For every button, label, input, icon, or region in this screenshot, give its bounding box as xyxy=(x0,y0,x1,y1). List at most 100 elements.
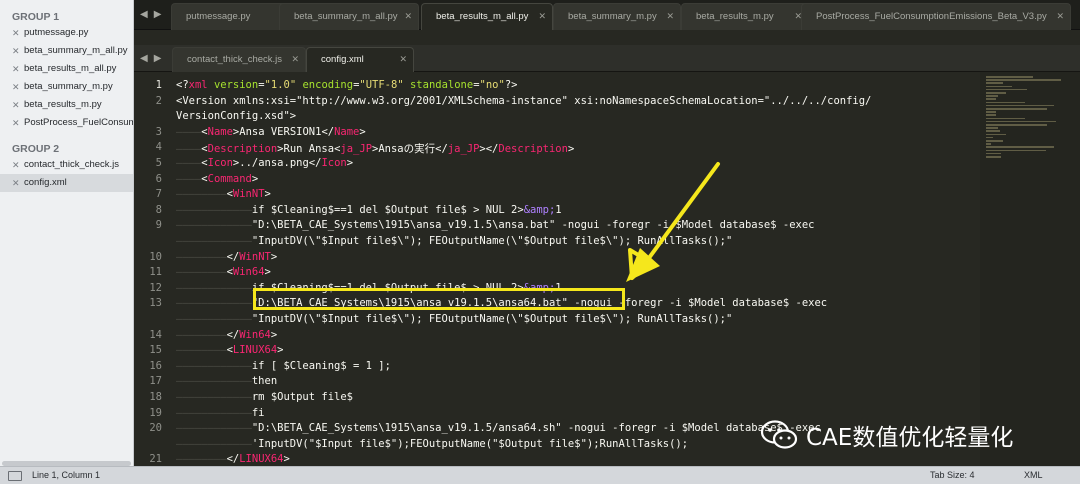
tab-beta-results-m-all[interactable]: beta_results_m_all.py ✕ xyxy=(421,3,553,30)
line-number: 19 xyxy=(149,406,162,419)
tab-label: beta_summary_m.py xyxy=(568,11,657,22)
line-number: 2 xyxy=(155,94,162,107)
file-label: beta_results_m.py xyxy=(24,99,102,110)
indent-guide: ———————————— xyxy=(176,313,252,325)
indent-guide: ———————————— xyxy=(176,219,252,232)
sidebar-file-beta-results-m[interactable]: ✕ beta_results_m.py xyxy=(0,96,133,114)
code-line: ————————</LINUX64> xyxy=(176,453,290,466)
indent-guide: ———————— xyxy=(176,328,227,341)
indent-guide: ———————————— xyxy=(176,297,252,310)
syntax-mode[interactable]: XML xyxy=(1024,467,1043,484)
panel-toggle-icon[interactable] xyxy=(8,471,22,481)
sidebar-file-postprocess[interactable]: ✕ PostProcess_FuelConsumptionEmissions_Be… xyxy=(0,114,133,132)
tab-beta-summary-m[interactable]: beta_summary_m.py ✕ xyxy=(553,3,681,30)
file-label: beta_summary_m.py xyxy=(24,81,113,92)
code-line: <?xml version="1.0" encoding="UTF-8" sta… xyxy=(176,79,518,91)
code-line: ————————————if [ $Cleaning$ = 1 ]; xyxy=(176,359,391,372)
code-line: ————————<LINUX64> xyxy=(176,344,284,357)
code-line: ————————<Win64> xyxy=(176,266,271,279)
tab-postprocess[interactable]: PostProcess_FuelConsumptionEmissions_Bet… xyxy=(801,3,1071,30)
tab-bar-group-2: ◀ ▶ contact_thick_check.js ✕ config.xml ✕ xyxy=(134,45,1080,72)
minimap-line xyxy=(986,127,998,129)
line-number: 18 xyxy=(149,391,162,403)
minimap-line xyxy=(986,133,1007,136)
close-icon[interactable]: ✕ xyxy=(12,156,20,174)
group-1-title: GROUP 1 xyxy=(12,11,60,23)
indent-guide: ———————— xyxy=(176,266,227,279)
sidebar-file-putmessage[interactable]: ✕ putmessage.py xyxy=(0,24,133,42)
tab-contact-thick-check[interactable]: contact_thick_check.js ✕ xyxy=(172,47,306,72)
sidebar-file-config-xml[interactable]: ✕ config.xml xyxy=(0,174,133,192)
tab-bar-group-1: ◀ ▶ putmessage.py ✕ beta_summary_m_all.py… xyxy=(134,0,1080,30)
close-icon[interactable]: ✕ xyxy=(12,114,20,132)
tab-nav: ◀ ▶ xyxy=(140,0,161,29)
indent-guide: ———— xyxy=(176,125,202,138)
line-number: 7 xyxy=(155,188,162,201)
close-icon[interactable]: ✕ xyxy=(538,4,546,29)
file-label: contact_thick_check.js xyxy=(24,159,120,170)
file-label: putmessage.py xyxy=(24,27,89,38)
code-line: ————————————rm $Output file$ xyxy=(176,391,354,403)
sidebar-file-beta-summary-m[interactable]: ✕ beta_summary_m.py xyxy=(0,78,133,96)
code-line: ————————————"D:\BETA_CAE_Systems\1915\an… xyxy=(176,422,821,435)
line-number: 4 xyxy=(155,141,162,154)
tab-scroll-left-icon[interactable]: ◀ xyxy=(140,53,148,64)
minimap-line xyxy=(986,95,998,97)
sidebar: GROUP 1 ✕ putmessage.py ✕ beta_summary_m_a… xyxy=(0,0,134,466)
line-number: 3 xyxy=(155,125,162,138)
close-icon[interactable]: ✕ xyxy=(12,78,20,96)
sidebar-file-contact-thick-check[interactable]: ✕ contact_thick_check.js xyxy=(0,156,133,174)
line-number: 13 xyxy=(149,297,162,310)
file-label: beta_summary_m_all.py xyxy=(24,45,128,56)
close-icon[interactable]: ✕ xyxy=(399,48,407,71)
code-line: ————————————"InputDV(\"$Input file$\"); … xyxy=(176,313,733,325)
indent-guide: ———————— xyxy=(176,188,227,201)
minimap-line xyxy=(986,114,997,116)
line-number: 17 xyxy=(149,375,162,388)
line-number: 20 xyxy=(149,422,162,435)
tab-label: PostProcess_FuelConsumptionEmissions_Bet… xyxy=(816,11,1047,22)
indent-guide: ———————————— xyxy=(176,359,252,372)
watermark: CAE数值优化轻量化 xyxy=(760,418,1013,452)
close-icon[interactable]: ✕ xyxy=(12,60,20,78)
tab-scroll-right-icon[interactable]: ▶ xyxy=(154,9,162,20)
minimap-line xyxy=(986,152,1002,155)
indent-guide: ———————————— xyxy=(176,203,252,216)
sidebar-file-beta-results-m-all[interactable]: ✕ beta_results_m_all.py xyxy=(0,60,133,78)
close-icon[interactable]: ✕ xyxy=(404,4,412,29)
close-icon[interactable]: ✕ xyxy=(12,42,20,60)
tab-label: beta_results_m.py xyxy=(696,11,774,22)
code-line: ————————————then xyxy=(176,375,278,388)
close-icon[interactable]: ✕ xyxy=(12,96,20,114)
tab-label: config.xml xyxy=(321,54,364,65)
code-line: ————————————'InputDV("$Input file$");FEO… xyxy=(176,437,689,450)
tab-size[interactable]: Tab Size: 4 xyxy=(930,467,975,484)
close-icon[interactable]: ✕ xyxy=(291,48,299,71)
tab-beta-summary-m-all[interactable]: beta_summary_m_all.py ✕ xyxy=(279,3,419,30)
minimap-line xyxy=(986,76,1033,78)
tab-scroll-right-icon[interactable]: ▶ xyxy=(154,53,162,64)
minimap[interactable] xyxy=(980,72,1080,466)
cursor-position: Line 1, Column 1 xyxy=(32,470,101,480)
minimap-line xyxy=(986,108,1048,110)
code-line: VersionConfig.xsd"> xyxy=(176,110,297,123)
group-2-title: GROUP 2 xyxy=(12,143,60,155)
tab-config-xml[interactable]: config.xml ✕ xyxy=(306,47,414,72)
close-icon[interactable]: ✕ xyxy=(1056,4,1064,29)
line-number: 5 xyxy=(155,157,162,169)
line-number: 8 xyxy=(155,203,162,216)
close-icon[interactable]: ✕ xyxy=(666,4,674,29)
minimap-line xyxy=(986,79,1061,81)
minimap-line xyxy=(986,140,1003,142)
tab-scroll-left-icon[interactable]: ◀ xyxy=(140,9,148,20)
line-number: 15 xyxy=(149,344,162,357)
close-icon[interactable]: ✕ xyxy=(12,174,20,192)
line-number: 10 xyxy=(149,250,162,263)
sidebar-file-beta-summary-m-all[interactable]: ✕ beta_summary_m_all.py xyxy=(0,42,133,60)
close-icon[interactable]: ✕ xyxy=(12,24,20,42)
code-line: ————<Description>Run Ansa<ja_JP>Ansaの実行<… xyxy=(176,143,575,156)
tab-beta-results-m[interactable]: beta_results_m.py ✕ xyxy=(681,3,809,30)
code-line: ————————————fi xyxy=(176,406,265,419)
code-editor[interactable]: <?xml version="1.0" encoding="UTF-8" sta… xyxy=(170,72,980,466)
tab-label: beta_summary_m_all.py xyxy=(294,11,398,22)
